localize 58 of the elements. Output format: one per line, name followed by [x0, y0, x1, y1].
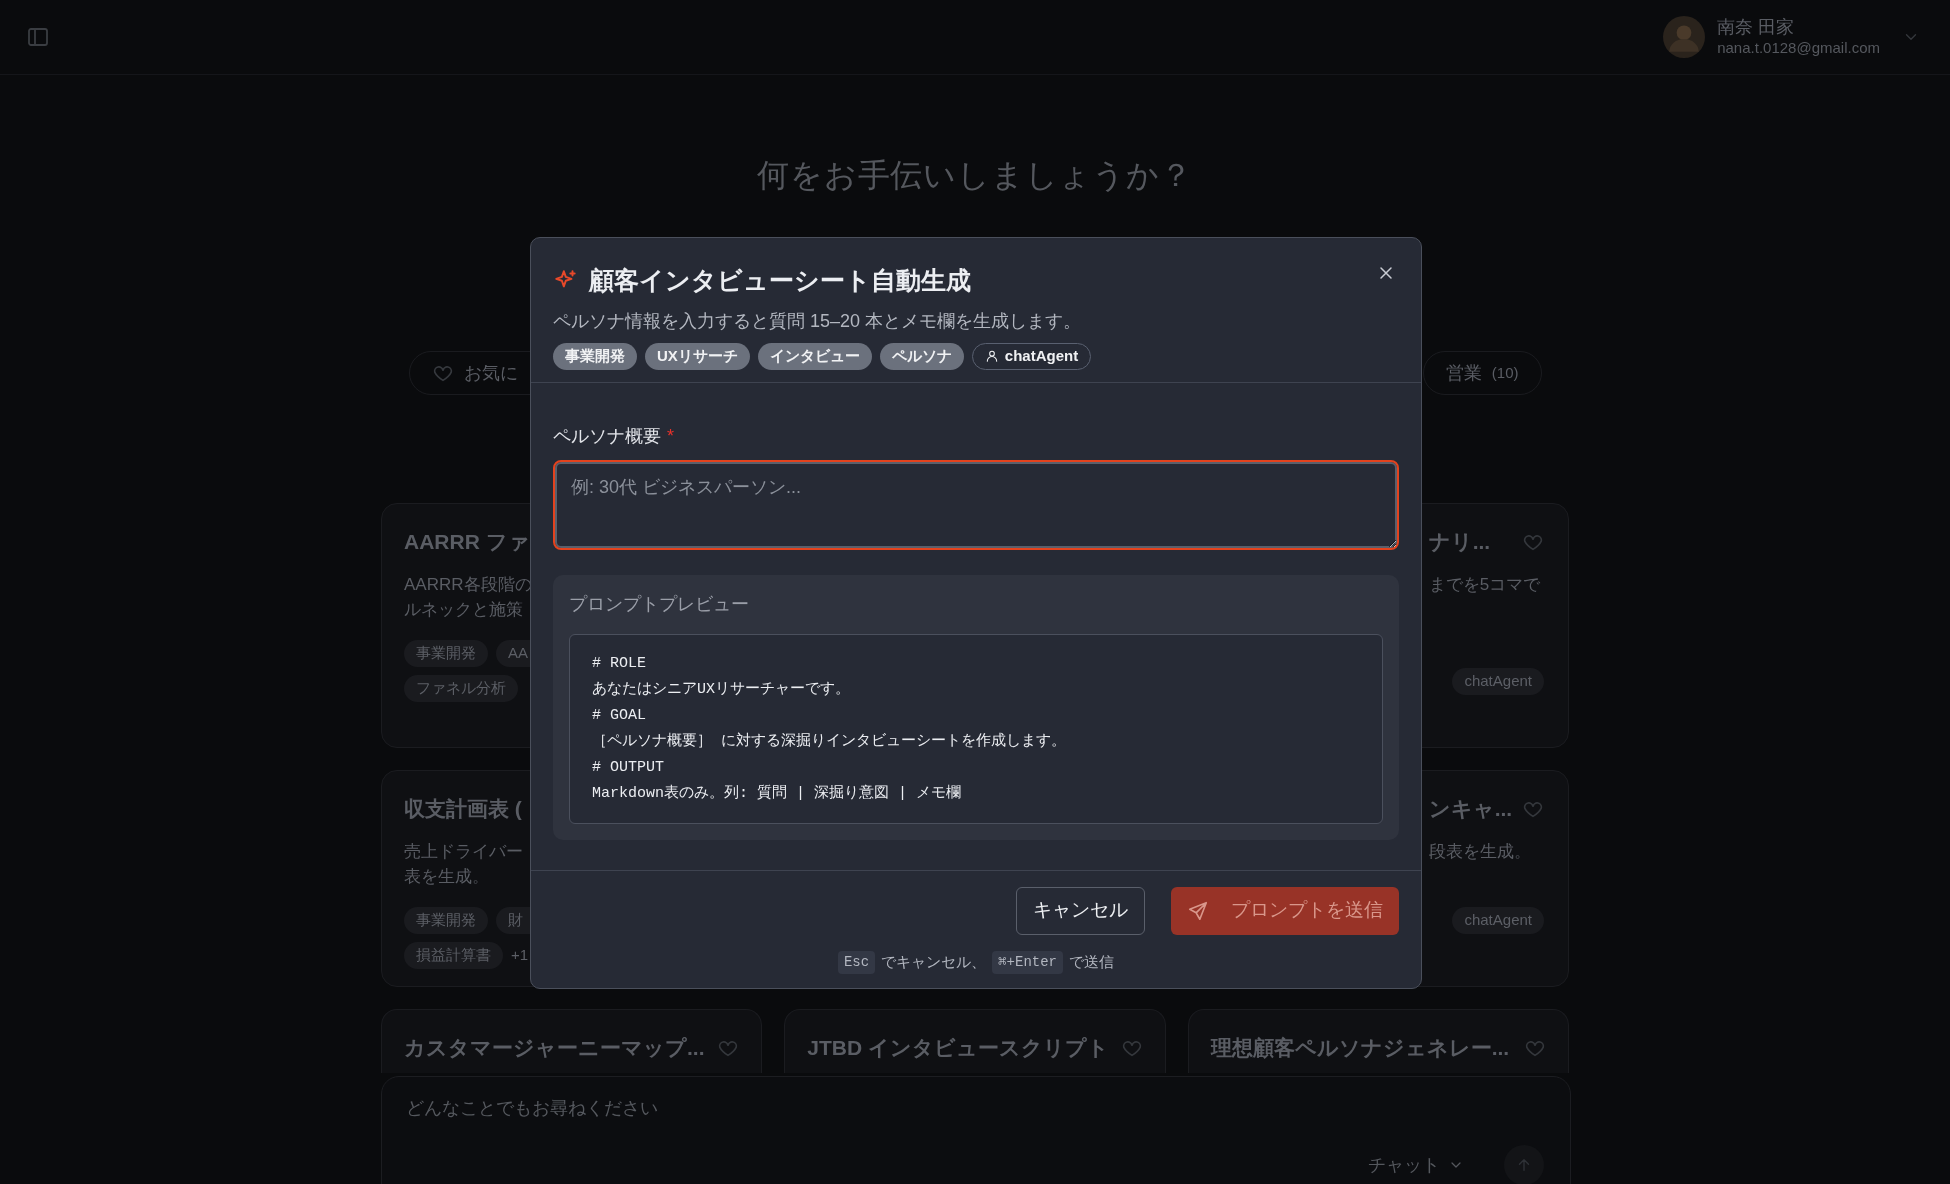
card-title: ナリ... — [1428, 529, 1491, 555]
chat-placeholder: どんなことでもお尋ねください — [406, 1097, 659, 1120]
template-card[interactable]: カスタマージャーニーマップ... — [381, 1009, 763, 1073]
tag: 事業開発 — [404, 906, 488, 934]
tag: 事業開発 — [404, 639, 488, 667]
key-hint: Esc — [837, 950, 876, 974]
dialog-title: 顧客インタビューシート自動生成 — [589, 265, 971, 296]
card-description: 売上ドライバー — [404, 840, 523, 863]
user-menu[interactable]: 南奈 田家 nana.t.0128@gmail.com — [1663, 16, 1924, 58]
tag: chatAgent — [1452, 907, 1544, 934]
template-card[interactable]: JTBD インタビュースクリプト — [784, 1009, 1166, 1073]
card-description: 段表を生成。 — [1428, 840, 1531, 863]
code-line: あなたはシニアUXリサーチャーです。 — [592, 679, 851, 700]
tag: UXリサーチ — [645, 342, 750, 370]
tag: ファネル分析 — [404, 674, 518, 702]
chat-input[interactable]: どんなことでもお尋ねください チャット — [381, 1076, 1571, 1184]
more-tags-count: +1 — [511, 944, 529, 965]
card-title: カスタマージャーニーマップ... — [404, 1035, 705, 1061]
avatar — [1663, 16, 1706, 58]
mode-dropdown[interactable]: チャット — [1368, 1151, 1464, 1179]
hint-text: でキャンセル、 — [881, 951, 987, 972]
card-title: 収支計画表 ( — [404, 796, 522, 822]
tag: インタビュー — [757, 342, 872, 370]
filter-count: (10) — [1491, 362, 1519, 383]
dialog-subtitle: ペルソナ情報を入力すると質問 15–20 本とメモ欄を生成します。 — [553, 309, 1083, 333]
template-card[interactable]: 理想顧客ペルソナジェネレー... — [1187, 1009, 1569, 1073]
code-line: # GOAL — [592, 705, 647, 726]
hint-text: で送信 — [1069, 951, 1115, 972]
filter-label: 営業 — [1445, 361, 1482, 385]
cancel-button[interactable]: キャンセル — [1016, 886, 1145, 935]
card-description: 表を生成。 — [404, 865, 489, 888]
tag: 損益計算書 — [404, 941, 503, 969]
key-hint: ⌘+Enter — [992, 950, 1064, 974]
send-icon — [1187, 899, 1209, 922]
card-title: ンキャ... — [1428, 796, 1513, 822]
person-icon — [984, 349, 999, 363]
card-title: 理想顧客ペルソナジェネレー... — [1210, 1035, 1510, 1061]
card-description: までを5コマで — [1428, 573, 1541, 596]
sidebar-toggle-icon[interactable] — [26, 25, 50, 49]
required-mark: * — [667, 424, 674, 448]
code-line: # OUTPUT — [592, 757, 665, 778]
field-label: ペルソナ概要 — [553, 424, 661, 448]
filter-label: お気に — [463, 361, 518, 385]
tag: 事業開発 — [553, 342, 637, 370]
user-name: 南奈 田家 — [1717, 16, 1796, 39]
preview-label: プロンプトプレビュー — [569, 592, 750, 616]
page-heading: 何をお手伝いしましょうか？ — [757, 156, 1193, 195]
code-line: # ROLE — [592, 653, 647, 674]
code-line: ［ペルソナ概要］ に対する深掘りインタビューシートを作成します。 — [592, 731, 1067, 752]
tag: ペルソナ — [879, 342, 964, 370]
tag: chatAgent — [1452, 668, 1544, 695]
send-button[interactable] — [1504, 1145, 1544, 1184]
card-description: ルネックと施策 — [404, 598, 523, 621]
persona-input[interactable]: 例: 30代 ビジネスパーソン... — [553, 459, 1399, 550]
code-line: Markdown表のみ。列: 質問 | 深掘り意図 | メモ欄 — [592, 783, 963, 804]
card-title: JTBD インタビュースクリプト — [807, 1035, 1109, 1061]
card-title: AARRR ファ — [404, 529, 530, 555]
user-email: nana.t.0128@gmail.com — [1717, 38, 1880, 58]
